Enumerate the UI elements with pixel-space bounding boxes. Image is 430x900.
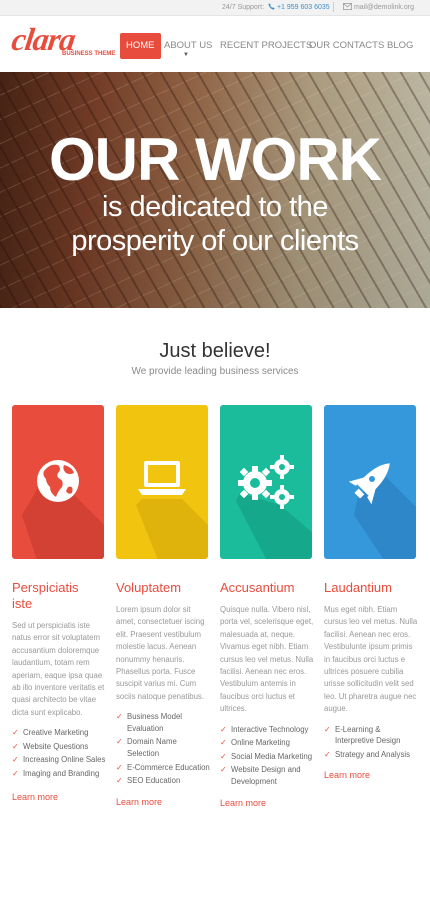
list-item: ✓ E-Commerce Education — [116, 762, 210, 772]
learn-more-link[interactable]: Learn more — [324, 770, 419, 780]
nav-item-blog[interactable]: BLOG — [387, 33, 413, 59]
hero-title: OUR WORK — [49, 126, 382, 193]
nav-item-our-contacts[interactable]: OUR CONTACTS — [309, 33, 384, 59]
learn-more-link[interactable]: Learn more — [116, 797, 211, 807]
list-item: ✓ Interactive Technology — [220, 724, 309, 734]
checkmark-icon: ✓ — [12, 755, 19, 765]
gears-icon — [238, 455, 294, 509]
site-header: clara BUSINESS THEME HOME ABOUT US ▼ REC… — [0, 16, 430, 72]
service-card-4[interactable] — [324, 405, 416, 559]
support-info: 24/7 Support: +1 959 603 6035 — [222, 3, 330, 11]
checkmark-icon: ✓ — [116, 712, 123, 722]
service-card-3[interactable] — [220, 405, 312, 559]
checkmark-icon: ✓ — [116, 762, 123, 772]
checkmark-icon: ✓ — [12, 741, 19, 751]
checkmark-icon: ✓ — [116, 776, 123, 786]
hero-subtitle-line2: prosperity of our clients — [71, 225, 359, 257]
hero-subtitle-line1: is dedicated to the — [102, 191, 328, 223]
email-link[interactable]: mail@demolink.org — [343, 3, 414, 11]
service-description: Sed ut perspiciatis iste natus error sit… — [12, 621, 105, 717]
checkmark-icon: ✓ — [12, 728, 19, 738]
section-subheading: We provide leading business services — [131, 366, 299, 377]
checkmark-icon: ✓ — [220, 738, 227, 748]
list-item: ✓ Website Design and Development — [220, 765, 301, 787]
brand-logo[interactable]: clara BUSINESS THEME — [10, 21, 116, 68]
rocket-icon — [348, 463, 390, 505]
phone-link[interactable]: +1 959 603 6035 — [266, 3, 330, 11]
checkmark-icon: ✓ — [12, 769, 19, 779]
service-features: ✓ Creative Marketing ✓ Website Questions ✓… — [12, 727, 107, 779]
checkmark-icon: ✓ — [220, 765, 227, 775]
service-description: Quisque nulla. Vibero nisl, porta vel, s… — [220, 605, 314, 714]
topbar-divider — [333, 2, 334, 12]
list-item: ✓ Creative Marketing — [12, 728, 89, 738]
brand-tagline: BUSINESS THEME — [62, 51, 116, 57]
envelope-icon — [343, 3, 352, 10]
list-item: ✓ Increasing Online Sales — [12, 755, 106, 765]
learn-more-link[interactable]: Learn more — [220, 798, 315, 808]
list-item: ✓ Website Questions — [12, 741, 89, 751]
service-column-2: Voluptatem Lorem ipsum dolor sit amet, c… — [116, 580, 211, 807]
service-features: ✓ Interactive Technology ✓ Online Marketin… — [220, 724, 315, 788]
service-description: Mus eget nibh. Etiam cursus leo vel metu… — [324, 605, 418, 714]
service-features: ✓ E-Learning & Interpretive Design ✓ Strat… — [324, 724, 419, 761]
learn-more-link[interactable]: Learn more — [12, 792, 107, 802]
list-item: ✓ SEO Education — [116, 776, 181, 786]
service-card-1[interactable] — [12, 405, 104, 559]
checkmark-icon: ✓ — [220, 724, 227, 734]
service-title: Accusantium — [220, 580, 295, 595]
nav-item-recent-projects[interactable]: RECENT PROJECTS — [220, 33, 312, 59]
checkmark-icon: ✓ — [324, 724, 331, 734]
section-heading: Just believe! — [159, 340, 271, 362]
checkmark-icon: ✓ — [324, 749, 331, 759]
list-item: ✓ Social Media Marketing — [220, 751, 313, 761]
list-item: ✓ E-Learning & Interpretive Design — [324, 724, 401, 746]
service-title: Voluptatem — [116, 580, 182, 595]
service-column-4: Laudantium Mus eget nibh. Etiam cursus l… — [324, 580, 419, 780]
service-column-1: Perspiciatis iste Sed ut perspiciatis is… — [12, 580, 107, 802]
list-item: ✓ Online Marketing — [220, 738, 290, 748]
list-item: ✓ Strategy and Analysis — [324, 749, 410, 759]
service-title: Perspiciatis iste — [12, 580, 79, 611]
phone-number: +1 959 603 6035 — [276, 4, 330, 11]
email-address: mail@demolink.org — [353, 4, 414, 11]
service-description: Lorem ipsum dolor sit amet, consectetuer… — [116, 605, 205, 701]
service-column-3: Accusantium Quisque nulla. Vibero nisl, … — [220, 580, 315, 808]
service-card-2[interactable] — [116, 405, 208, 559]
hero-banner: OUR WORK is dedicated to the prosperity … — [0, 72, 430, 308]
service-features: ✓ Business Model Evaluation ✓ Domain Name … — [116, 711, 211, 787]
checkmark-icon: ✓ — [220, 751, 227, 761]
laptop-icon — [138, 461, 186, 495]
support-label: 24/7 Support: — [222, 4, 265, 11]
checkmark-icon: ✓ — [116, 737, 123, 747]
nav-item-home[interactable]: HOME — [120, 33, 161, 59]
chevron-down-icon: ▼ — [183, 52, 189, 58]
list-item: ✓ Domain Name Selection — [116, 737, 177, 759]
top-bar: 24/7 Support: +1 959 603 6035 mail@demol… — [0, 0, 430, 16]
phone-icon — [268, 3, 275, 10]
list-item: ✓ Imaging and Branding — [12, 769, 100, 779]
service-title: Laudantium — [324, 580, 392, 595]
globe-icon — [37, 460, 79, 502]
list-item: ✓ Business Model Evaluation — [116, 712, 183, 733]
